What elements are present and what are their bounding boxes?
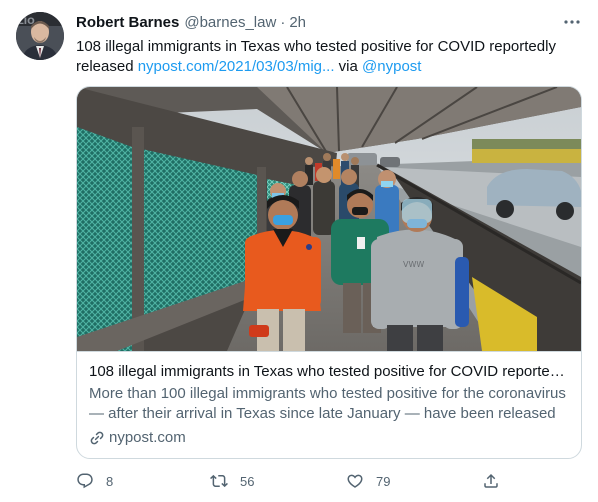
retweet-count: 56	[240, 473, 255, 489]
link-icon	[90, 431, 104, 445]
tweet[interactable]: LIO Robert Barnes @barnes_law · 2h 108 i…	[0, 0, 598, 502]
share-button[interactable]	[482, 470, 500, 492]
via-text: via	[338, 58, 358, 75]
card-body: 108 illegal immigrants in Texas who test…	[77, 351, 581, 458]
link-preview-card[interactable]: VWW 108 illegal immigrants in Texas who …	[76, 86, 582, 459]
card-domain: nypost.com	[89, 428, 569, 448]
tweet-text: 108 illegal immigrants in Texas who test…	[76, 37, 576, 77]
article-link[interactable]: nypost.com/2021/03/03/mig...	[138, 58, 335, 75]
retweet-icon	[210, 474, 228, 488]
action-bar: 8 56 79	[76, 470, 498, 492]
tweet-timestamp[interactable]: 2h	[289, 14, 306, 31]
more-options-button[interactable]	[561, 11, 583, 33]
svg-text:VWW: VWW	[403, 260, 424, 269]
author-name[interactable]: Robert Barnes	[76, 14, 179, 31]
card-title: 108 illegal immigrants in Texas who test…	[89, 363, 569, 380]
retweet-button[interactable]: 56	[210, 470, 254, 492]
separator-dot: ·	[280, 13, 286, 31]
ellipsis-icon	[564, 20, 580, 24]
reply-icon	[77, 473, 93, 489]
share-icon	[484, 473, 498, 488]
migrants-walking-on-bridge-photo-icon: VWW	[77, 87, 581, 351]
like-count: 79	[376, 473, 391, 489]
reply-count: 8	[106, 473, 114, 489]
avatar[interactable]: LIO	[16, 12, 64, 60]
tweet-header: Robert Barnes @barnes_law · 2h	[76, 12, 306, 32]
like-button[interactable]: 79	[346, 470, 390, 492]
mention-link[interactable]: @nypost	[362, 58, 421, 75]
reply-button[interactable]: 8	[76, 470, 113, 492]
heart-icon	[347, 474, 363, 488]
card-image[interactable]: VWW	[77, 87, 581, 351]
card-description: More than 100 illegal immigrants who tes…	[89, 385, 566, 422]
author-handle[interactable]: @barnes_law	[184, 14, 276, 31]
card-domain-text: nypost.com	[109, 429, 186, 446]
person-portrait-avatar-icon: LIO	[16, 12, 64, 60]
